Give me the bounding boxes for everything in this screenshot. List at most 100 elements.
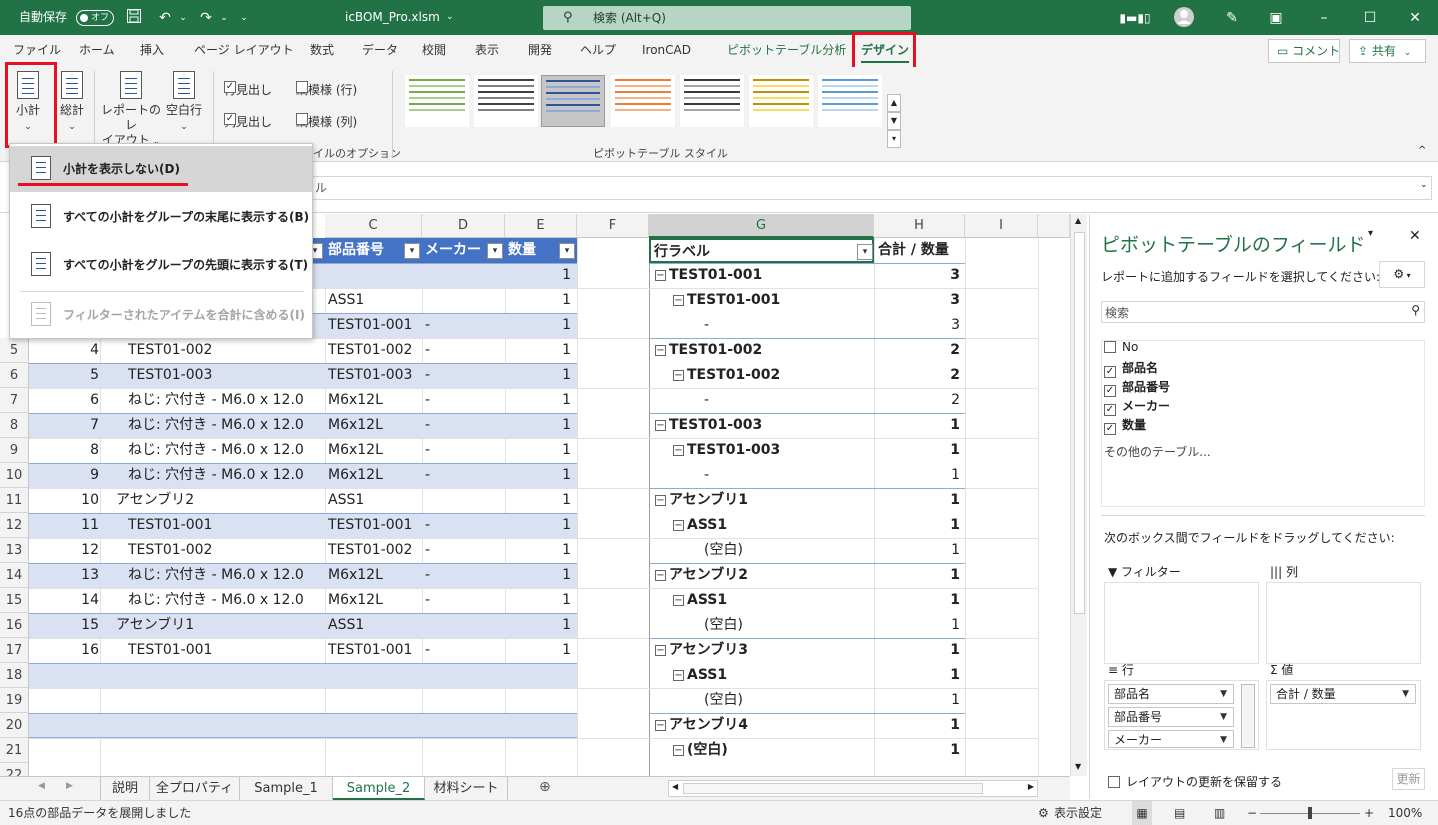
cell-maker[interactable]: - (425, 313, 503, 338)
pivot-row-label[interactable]: (空白) (704, 688, 874, 713)
cell-maker[interactable] (425, 663, 503, 688)
cell-maker[interactable]: - (425, 438, 503, 463)
cell-part-name[interactable]: ねじ: 穴付き - M6.0 x 12.0 (128, 438, 325, 463)
row-area-scrollbar[interactable] (1241, 684, 1255, 748)
scroll-down-icon[interactable]: ▼ (1075, 762, 1081, 771)
pivot-value[interactable]: 1 (874, 438, 960, 463)
cell-no[interactable]: 6 (29, 388, 99, 413)
cell-part-name[interactable]: アセンブリ1 (116, 613, 325, 638)
cell-qty[interactable] (505, 663, 571, 688)
cell-part-name[interactable] (128, 688, 325, 713)
pivot-row-label[interactable]: − アセンブリ1 (655, 488, 874, 513)
collapse-icon[interactable]: − (655, 420, 666, 431)
cell-qty[interactable]: 1 (505, 363, 571, 388)
pivot-value[interactable]: 3 (874, 263, 960, 288)
pivot-value[interactable]: 1 (874, 588, 960, 613)
pivot-row-label[interactable]: − アセンブリ3 (655, 638, 874, 663)
workbook-filename[interactable]: icBOM_Pro.xlsm (345, 0, 440, 35)
row-header[interactable]: 16 (0, 613, 29, 638)
collapse-icon[interactable]: − (673, 595, 684, 606)
pivot-value[interactable]: 3 (874, 313, 960, 338)
filter-dropdown-icon[interactable]: ▾ (487, 243, 503, 259)
cell-no[interactable]: 4 (29, 338, 99, 363)
menu-item-subtotals-top[interactable]: すべての小計をグループの先頭に表示する(T) (10, 242, 312, 288)
cell-part-name[interactable]: TEST01-001 (128, 513, 325, 538)
row-header[interactable]: 7 (0, 388, 29, 413)
row-header[interactable]: 6 (0, 363, 29, 388)
tab-ironcad[interactable]: IronCAD (642, 35, 691, 65)
pivot-row-label[interactable]: - (704, 388, 874, 413)
field-search-input[interactable]: 検索 ⚲ (1101, 301, 1425, 323)
row-header[interactable]: 10 (0, 463, 29, 488)
cell-part-name[interactable]: ねじ: 穴付き - M6.0 x 12.0 (128, 563, 325, 588)
pivot-style-green[interactable] (405, 75, 469, 127)
undo-dropdown-icon[interactable]: ⌄ (177, 8, 189, 28)
sheet-tab-all-properties[interactable]: 全プロパティ (150, 777, 240, 800)
cell-maker[interactable]: - (425, 338, 503, 363)
grandtotal-button[interactable]: 総計 ⌄ (57, 71, 87, 135)
horizontal-scrollbar[interactable]: ◀ ▶ (668, 780, 1038, 797)
pivot-value[interactable]: 2 (874, 363, 960, 388)
cell-maker[interactable]: - (425, 563, 503, 588)
col-headers-checkbox[interactable]: ✓ 列見出し (224, 113, 272, 130)
field-item-qty[interactable]: ✓ 数量 (1104, 416, 1146, 435)
cell-qty[interactable]: 1 (505, 463, 571, 488)
cell-part-name[interactable]: ねじ: 穴付き - M6.0 x 12.0 (128, 388, 325, 413)
collapse-icon[interactable]: − (673, 370, 684, 381)
display-settings-icon[interactable]: ⚙ (1038, 801, 1049, 825)
row-header[interactable]: 8 (0, 413, 29, 438)
zoom-slider[interactable] (1260, 807, 1360, 819)
collapse-icon[interactable]: − (655, 720, 666, 731)
sheet-tab-sample1[interactable]: Sample_1 (240, 777, 333, 800)
page-layout-view-icon[interactable]: ▤ (1174, 801, 1185, 825)
field-item-maker[interactable]: ✓ メーカー (1104, 397, 1170, 416)
cell-qty[interactable]: 1 (505, 588, 571, 613)
pivot-value[interactable]: 1 (874, 663, 960, 688)
save-icon[interactable] (124, 8, 144, 28)
expand-formula-icon[interactable]: ⌄ (1420, 180, 1428, 190)
cell-maker[interactable]: - (425, 538, 503, 563)
redo-icon[interactable]: ↷ (196, 8, 216, 28)
cell-part-number[interactable]: M6x12L (328, 463, 420, 488)
cell-part-number[interactable] (328, 688, 420, 713)
menu-item-include-filtered[interactable]: フィルターされたアイテムを合計に含める(I) (10, 292, 312, 338)
cell-part-name[interactable]: TEST01-002 (128, 338, 325, 363)
cell-part-name[interactable]: TEST01-003 (128, 363, 325, 388)
pane-settings-button[interactable]: ⚙ ▾ (1379, 261, 1425, 288)
cell-part-number[interactable]: TEST01-003 (328, 363, 420, 388)
column-header-e[interactable]: E (505, 214, 577, 238)
row-headers-checkbox[interactable]: ✓ 行見出し (224, 81, 272, 98)
maximize-icon[interactable]: ☐ (1360, 8, 1380, 28)
display-settings[interactable]: 表示設定 (1054, 801, 1102, 825)
cell-qty[interactable]: 1 (505, 638, 571, 663)
pivot-row-label[interactable]: − ASS1 (673, 588, 874, 613)
pivot-row-label[interactable]: − アセンブリ4 (655, 713, 874, 738)
banded-cols-checkbox[interactable]: 縞模様 (列) (296, 113, 357, 130)
cell-no[interactable]: 16 (29, 638, 99, 663)
pivot-filter-dropdown-icon[interactable]: ▾ (857, 244, 873, 260)
cell-part-number[interactable]: M6x12L (328, 563, 420, 588)
cell-no[interactable]: 8 (29, 438, 99, 463)
cell-part-number[interactable] (328, 713, 420, 738)
pivot-row-label[interactable]: − TEST01-001 (655, 263, 874, 288)
pivot-style-lightblue[interactable] (818, 75, 882, 127)
pivot-style-blue-selected[interactable] (541, 75, 605, 127)
cell-part-number[interactable]: ASS1 (328, 613, 420, 638)
gallery-more-icon[interactable]: ▾ (887, 130, 901, 148)
row-header[interactable]: 21 (0, 738, 29, 763)
pivot-value[interactable]: 1 (874, 738, 960, 763)
pivot-row-label[interactable]: − アセンブリ2 (655, 563, 874, 588)
pivot-value[interactable]: 1 (874, 488, 960, 513)
cell-no[interactable]: 10 (29, 488, 99, 513)
row-header[interactable]: 20 (0, 713, 29, 738)
pivot-value[interactable]: 1 (874, 413, 960, 438)
pivot-value[interactable]: 1 (874, 613, 960, 638)
next-sheet-icon[interactable]: ▶ (66, 781, 73, 791)
cell-no[interactable]: 12 (29, 538, 99, 563)
pivot-row-label[interactable]: − ASS1 (673, 513, 874, 538)
tab-page-layout[interactable]: ページ レイアウト (194, 35, 294, 65)
cell-qty[interactable]: 1 (505, 563, 571, 588)
update-button[interactable]: 更新 (1392, 768, 1425, 790)
cell-no[interactable]: 13 (29, 563, 99, 588)
pivot-value[interactable]: 1 (874, 563, 960, 588)
